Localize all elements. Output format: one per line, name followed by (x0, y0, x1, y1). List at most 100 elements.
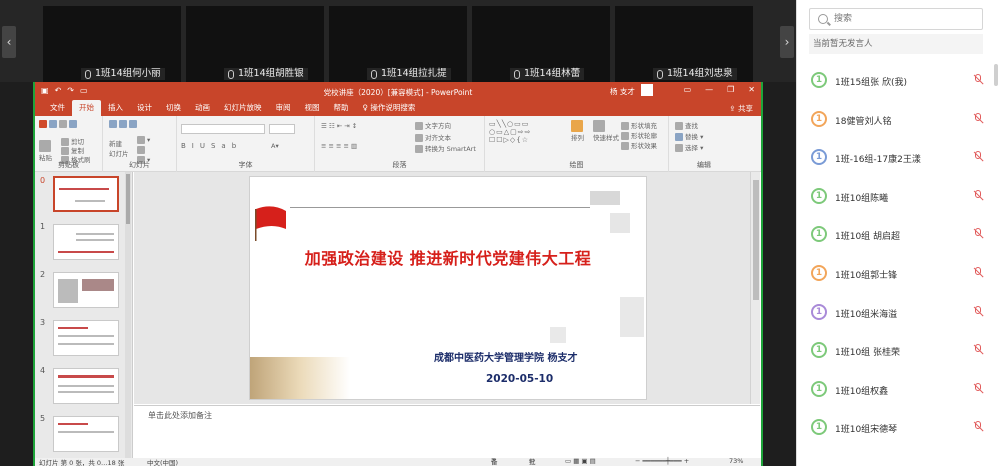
notes-pane[interactable]: 单击此处添加备注 (134, 405, 760, 450)
search-icon (675, 122, 683, 130)
slide-title[interactable]: 加强政治建设 推进新时代党建伟大工程 (250, 245, 646, 269)
attendee-row[interactable]: 1 1班-16组-17康2王漾 (797, 139, 993, 177)
attendee-row[interactable]: 1 1班10组郭士锋 (797, 255, 993, 293)
select-button[interactable]: 选择 ▾ (675, 142, 703, 152)
mic-muted-icon[interactable] (973, 421, 984, 433)
shape-effects-button[interactable]: 形状效果 (621, 140, 657, 150)
slide-author[interactable]: 成都中医药大学管理学院 杨支才 (434, 349, 577, 364)
ribbon-options-icon[interactable]: ▭ (684, 85, 692, 94)
attendee-row[interactable]: 1 1班10组 胡启超 (797, 216, 993, 254)
paste-button[interactable]: 粘贴 (39, 140, 53, 162)
slide-editor[interactable]: 加强政治建设 推进新时代党建伟大工程 成都中医药大学管理学院 杨支才 2020-… (134, 172, 760, 404)
tab-insert[interactable]: 插入 (101, 100, 130, 116)
share-button[interactable]: ⇪ 共享 (729, 103, 753, 114)
attendee-scrollbar[interactable] (994, 62, 998, 466)
group-label: 编辑 (697, 161, 711, 169)
attendee-row[interactable]: 1 1班10组 张桂荣 (797, 332, 993, 370)
tell-me-search[interactable]: ♀ 操作说明搜索 (356, 100, 423, 116)
arrange-button[interactable]: 排列 (571, 120, 585, 142)
language-status[interactable]: 中文(中国) (147, 457, 178, 466)
slide-thumbnail[interactable] (53, 176, 119, 212)
slide-thumbnail[interactable] (53, 272, 119, 308)
shape-fill-button[interactable]: 形状填充 (621, 120, 657, 130)
mic-muted-icon[interactable] (973, 344, 984, 356)
font-size-combo[interactable] (269, 124, 295, 134)
font-name-combo[interactable] (181, 124, 265, 134)
mic-muted-icon[interactable] (973, 189, 984, 202)
font-color-icon[interactable]: A▾ (271, 142, 279, 150)
font-style-buttons[interactable]: BIUSab (181, 142, 242, 150)
slide-thumbnail[interactable] (53, 320, 119, 356)
tab-help[interactable]: 帮助 (327, 100, 356, 116)
attendee-row[interactable]: 1 1班10组陈曦 (797, 178, 993, 216)
tab-review[interactable]: 审阅 (269, 100, 298, 116)
tab-slideshow[interactable]: 幻灯片放映 (217, 100, 269, 116)
clipboard-group: 粘贴 剪切 复制 格式刷 剪贴板 (35, 116, 103, 172)
list-icons[interactable]: ☰ ☷ ⇤ ⇥ ↕ (321, 122, 357, 130)
mic-icon (228, 69, 234, 79)
mic-muted-icon[interactable] (973, 267, 984, 279)
mic-muted-icon[interactable] (973, 74, 984, 86)
mic-muted-icon[interactable] (973, 305, 984, 318)
close-icon[interactable]: ✕ (748, 85, 755, 94)
tab-animations[interactable]: 动画 (188, 100, 217, 116)
group-label: 剪贴板 (58, 161, 79, 169)
notes-placeholder: 单击此处添加备注 (148, 411, 212, 420)
video-tile[interactable]: 1班14组拉扎提 (329, 6, 467, 82)
maximize-icon[interactable]: ❐ (727, 85, 734, 94)
search-box[interactable] (809, 8, 983, 30)
tab-home[interactable]: 开始 (72, 100, 101, 116)
tab-view[interactable]: 视图 (298, 100, 327, 116)
replace-button[interactable]: 替换 ▾ (675, 131, 703, 141)
zoom-level[interactable]: 73% (729, 457, 743, 465)
mic-muted-icon[interactable] (973, 151, 984, 163)
mic-muted-icon[interactable] (973, 228, 984, 240)
layout-icon[interactable]: ▾ (137, 136, 150, 144)
new-slide-button[interactable]: 新建 幻灯片 (109, 138, 129, 158)
mic-icon (514, 69, 520, 79)
video-tile[interactable]: 1班14组林蕾 (472, 6, 610, 82)
thumbnail-scrollbar[interactable] (125, 172, 131, 460)
current-slide[interactable]: 加强政治建设 推进新时代党建伟大工程 成都中医药大学管理学院 杨支才 2020-… (249, 176, 647, 400)
view-buttons[interactable]: ▭ ▦ ▣ ▤ (565, 457, 596, 465)
tab-file[interactable]: 文件 (43, 100, 72, 116)
smartart-button[interactable]: 转换为 SmartArt (415, 143, 476, 153)
user-name[interactable]: 杨 支才 (610, 86, 635, 97)
video-tile[interactable]: 1班14组刘忠泉 (615, 6, 753, 82)
attendee-row[interactable]: 1 18健管刘人铭 (797, 101, 993, 139)
attendee-row[interactable]: 1 1班10组宋德琴 (797, 409, 993, 447)
tab-design[interactable]: 设计 (130, 100, 159, 116)
minimize-icon[interactable]: — (705, 85, 713, 94)
attendee-row[interactable]: 1 1班10组米海溢 (797, 294, 993, 332)
text-direction-button[interactable]: 文字方向 (415, 120, 451, 130)
slide-thumbnail[interactable] (53, 224, 119, 260)
align-text-button[interactable]: 对齐文本 (415, 132, 451, 142)
shapes-gallery[interactable]: ▭╲╲○▭▭ ○▭△▢⇨⇨ ☐☐▷◇{☆ (489, 120, 531, 144)
quick-styles-button[interactable]: 快速样式 (593, 120, 619, 142)
video-tile[interactable]: 1班14组胡胜银 (186, 6, 324, 82)
editor-scrollbar[interactable] (750, 172, 760, 404)
chevron-left-icon[interactable]: ‹ (2, 26, 16, 58)
tab-transitions[interactable]: 切换 (159, 100, 188, 116)
attendee-row[interactable]: 1 1班15组张 欣(我) (797, 62, 993, 100)
avatar[interactable] (641, 84, 653, 96)
attendee-number-icon: 1 (811, 187, 827, 204)
align-icons[interactable]: ≡ ≡ ≡ ≡ ▥ (321, 142, 357, 150)
slide-thumbnail[interactable] (53, 416, 119, 452)
ime-toolbar[interactable] (39, 120, 79, 128)
attendee-number-icon: 1 (811, 110, 827, 127)
chevron-right-icon[interactable]: › (780, 26, 794, 58)
shape-outline-button[interactable]: 形状轮廓 (621, 130, 657, 140)
mic-muted-icon[interactable] (973, 382, 984, 395)
toolbar-icons[interactable] (109, 120, 139, 128)
reset-icon[interactable] (137, 146, 147, 154)
slide-date[interactable]: 2020-05-10 (486, 373, 553, 385)
slide-thumbnail[interactable] (53, 368, 119, 404)
video-tile[interactable]: 1班14组何小丽 (43, 6, 181, 82)
mic-muted-icon[interactable] (973, 112, 984, 125)
attendee-row[interactable]: 1 1班10组权鑫 (797, 371, 993, 409)
search-input[interactable] (834, 12, 974, 26)
find-button[interactable]: 查找 (675, 120, 698, 130)
outline-icon (621, 132, 629, 140)
zoom-slider[interactable]: − ━━━━━━┿━━━ + (635, 457, 689, 465)
